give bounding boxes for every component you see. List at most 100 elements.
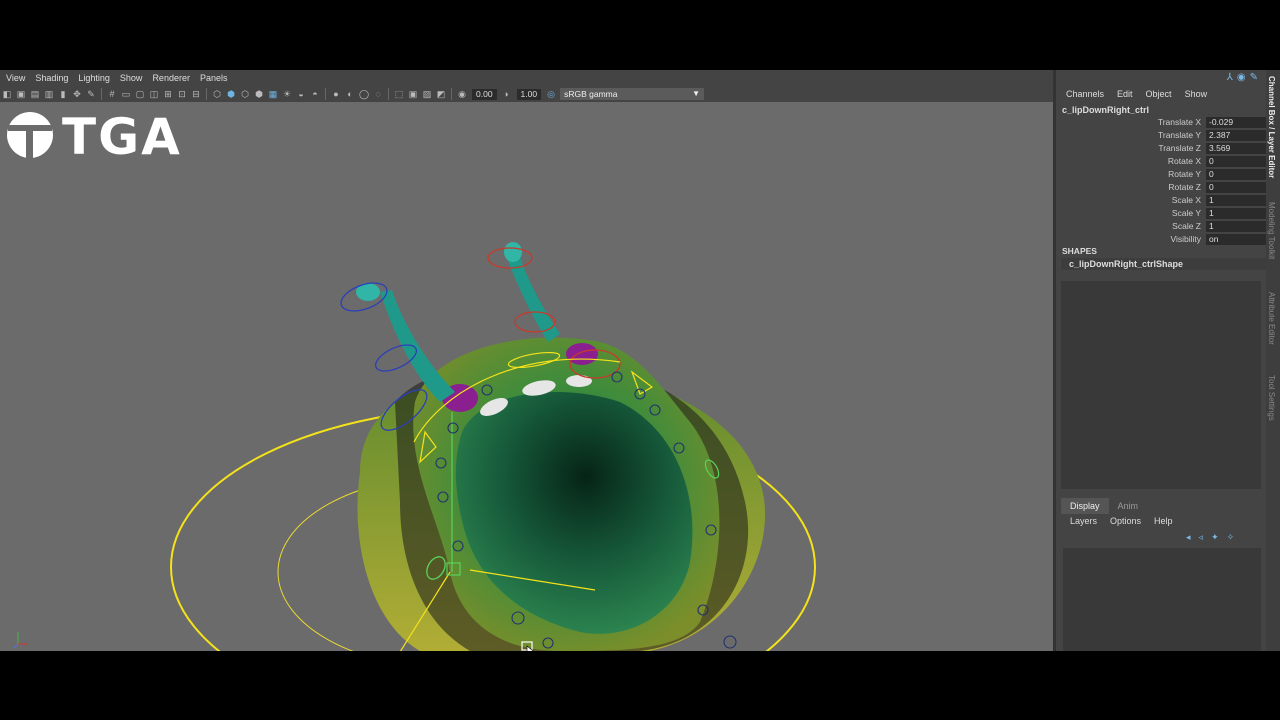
safe-title-icon[interactable]: ⊟ bbox=[191, 89, 201, 99]
sidetab-attribute-editor[interactable]: Attribute Editor bbox=[1267, 292, 1276, 345]
color-management-icon[interactable]: ◎ bbox=[546, 89, 556, 99]
xray-active-icon[interactable]: ▨ bbox=[422, 89, 432, 99]
letterbox-bottom bbox=[0, 651, 1280, 720]
attr-value[interactable]: 2.387 bbox=[1206, 130, 1267, 141]
sidetab-modeling-toolkit[interactable]: Modeling Toolkit bbox=[1267, 202, 1276, 259]
tga-logo: TGA bbox=[62, 108, 182, 166]
viewport-panel[interactable]: View Shading Lighting Show Renderer Pane… bbox=[0, 70, 1053, 651]
attr-value[interactable]: 0 bbox=[1206, 169, 1267, 180]
attr-value[interactable]: 1 bbox=[1206, 221, 1267, 232]
wireframe-icon[interactable]: ⬡ bbox=[212, 89, 222, 99]
tga-logo-icon bbox=[7, 112, 53, 158]
scene-3d-view[interactable] bbox=[0, 102, 1053, 651]
attr-translate-x[interactable]: Translate X -0.029 bbox=[1056, 117, 1267, 129]
attr-value[interactable]: 1 bbox=[1206, 195, 1267, 206]
tab-anim[interactable]: Anim bbox=[1109, 498, 1148, 514]
menu-panels[interactable]: Panels bbox=[200, 73, 228, 83]
attr-visibility[interactable]: Visibility on bbox=[1056, 234, 1267, 246]
attr-value[interactable]: 1 bbox=[1206, 208, 1267, 219]
menu-channels[interactable]: Channels bbox=[1066, 89, 1104, 99]
shape-node-name[interactable]: c_lipDownRight_ctrlShape bbox=[1061, 258, 1269, 270]
grid-icon[interactable]: # bbox=[107, 89, 117, 99]
ambient-occlusion-icon[interactable]: ● bbox=[331, 89, 341, 99]
letterbox-top bbox=[0, 0, 1280, 70]
attr-scale-y[interactable]: Scale Y 1 bbox=[1056, 208, 1267, 220]
smooth-shade-icon[interactable]: ⬢ bbox=[226, 89, 236, 99]
tab-display[interactable]: Display bbox=[1061, 498, 1109, 514]
viewport-menubar: View Shading Lighting Show Renderer Pane… bbox=[0, 70, 1053, 86]
depth-of-field-icon[interactable]: ◌ bbox=[373, 89, 383, 99]
menu-renderer[interactable]: Renderer bbox=[152, 73, 190, 83]
wireframe-on-shaded-icon[interactable]: ⬢ bbox=[254, 89, 264, 99]
sphere-icon[interactable]: ◉ bbox=[1237, 72, 1246, 83]
motion-blur-icon[interactable]: ◐ bbox=[345, 89, 355, 99]
sidetab-tool-settings[interactable]: Tool Settings bbox=[1267, 375, 1276, 421]
film-gate-icon[interactable]: ▭ bbox=[121, 89, 131, 99]
attr-value[interactable]: 0 bbox=[1206, 182, 1267, 193]
view-transform-select[interactable]: sRGB gamma ▼ bbox=[560, 88, 705, 100]
menu-help[interactable]: Help bbox=[1154, 516, 1173, 526]
exposure-field[interactable]: 0.00 bbox=[472, 88, 497, 100]
attr-translate-z[interactable]: Translate Z 3.569 bbox=[1056, 143, 1267, 155]
selected-node-name[interactable]: c_lipDownRight_ctrl bbox=[1062, 105, 1149, 115]
attr-value[interactable]: 0 bbox=[1206, 156, 1267, 167]
sidetab-channel-box[interactable]: Channel Box / Layer Editor bbox=[1267, 76, 1276, 178]
attr-scale-z[interactable]: Scale Z 1 bbox=[1056, 221, 1267, 233]
attr-rotate-z[interactable]: Rotate Z 0 bbox=[1056, 182, 1267, 194]
attr-scale-x[interactable]: Scale X 1 bbox=[1056, 195, 1267, 207]
attr-label: Rotate Y bbox=[1168, 169, 1201, 179]
new-layer-icon[interactable]: ✦ bbox=[1211, 532, 1219, 543]
anti-aliasing-icon[interactable]: ◯ bbox=[359, 89, 369, 99]
select-camera-icon[interactable]: ◧ bbox=[2, 89, 12, 99]
attr-rotate-x[interactable]: Rotate X 0 bbox=[1056, 156, 1267, 168]
textured-icon[interactable]: ◓ bbox=[310, 89, 320, 99]
gamma-field[interactable]: 1.00 bbox=[516, 88, 542, 100]
menu-options[interactable]: Options bbox=[1110, 516, 1141, 526]
camera-attributes-icon[interactable]: ▣ bbox=[16, 89, 26, 99]
channel-box-menu: Channels Edit Object Show bbox=[1066, 89, 1207, 99]
attr-value[interactable]: -0.029 bbox=[1206, 117, 1267, 128]
attr-label: Translate Y bbox=[1158, 130, 1201, 140]
shadows-icon[interactable]: ◒ bbox=[296, 89, 306, 99]
attr-translate-y[interactable]: Translate Y 2.387 bbox=[1056, 130, 1267, 142]
menu-layers[interactable]: Layers bbox=[1070, 516, 1097, 526]
gate-mask-icon[interactable]: ◫ bbox=[149, 89, 159, 99]
xray-joints-icon[interactable]: ▣ bbox=[408, 89, 418, 99]
image-plane-icon[interactable]: ▥ bbox=[44, 89, 54, 99]
menu-view[interactable]: View bbox=[6, 73, 25, 83]
attr-value[interactable]: on bbox=[1206, 234, 1267, 245]
menu-show[interactable]: Show bbox=[1185, 89, 1208, 99]
edit-icon[interactable]: ✎ bbox=[1250, 72, 1258, 83]
menu-edit[interactable]: Edit bbox=[1117, 89, 1133, 99]
backface-icon[interactable]: ◩ bbox=[436, 89, 446, 99]
attr-value[interactable]: 3.569 bbox=[1206, 143, 1267, 154]
resolution-gate-icon[interactable]: ▢ bbox=[135, 89, 145, 99]
attr-label: Translate Z bbox=[1158, 143, 1201, 153]
attr-rotate-y[interactable]: Rotate Y 0 bbox=[1056, 169, 1267, 181]
isolate-select-icon[interactable]: ⬚ bbox=[394, 89, 404, 99]
lock-camera-icon[interactable]: ▮ bbox=[58, 89, 68, 99]
grease-pencil-icon[interactable]: ✎ bbox=[86, 89, 96, 99]
menu-show[interactable]: Show bbox=[120, 73, 143, 83]
menu-lighting[interactable]: Lighting bbox=[78, 73, 110, 83]
move-layer-down-icon[interactable]: ◃ bbox=[1199, 532, 1204, 543]
viewport-toolbar: ◧ ▣ ▤ ▥ ▮ ✥ ✎ # ▭ ▢ ◫ ⊞ ⊡ ⊟ ⬡ ⬢ ⬡ ⬢ ▦ ☀ … bbox=[0, 86, 1053, 102]
safe-action-icon[interactable]: ⊡ bbox=[177, 89, 187, 99]
menu-shading[interactable]: Shading bbox=[35, 73, 68, 83]
attr-label: Rotate X bbox=[1167, 156, 1201, 166]
tree-icon[interactable]: ⅄ bbox=[1227, 72, 1233, 83]
bookmark-icon[interactable]: ▤ bbox=[30, 89, 40, 99]
two-d-pan-icon[interactable]: ✥ bbox=[72, 89, 82, 99]
toolbar-separator bbox=[388, 88, 389, 100]
xray-icon[interactable]: ▦ bbox=[268, 89, 278, 99]
channel-box-panel: ⅄ ◉ ✎ Channels Edit Object Show c_lipDow… bbox=[1056, 70, 1269, 651]
new-layer-selected-icon[interactable]: ✧ bbox=[1227, 532, 1235, 543]
menu-object[interactable]: Object bbox=[1146, 89, 1172, 99]
default-material-icon[interactable]: ⬡ bbox=[240, 89, 250, 99]
field-chart-icon[interactable]: ⊞ bbox=[163, 89, 173, 99]
move-layer-up-icon[interactable]: ◂ bbox=[1186, 532, 1191, 543]
side-tabs: Channel Box / Layer Editor Modeling Tool… bbox=[1266, 70, 1280, 651]
layer-editor-tabs: Display Anim bbox=[1061, 498, 1261, 514]
view-transform-value: sRGB gamma bbox=[564, 89, 618, 99]
use-all-lights-icon[interactable]: ☀ bbox=[282, 89, 292, 99]
